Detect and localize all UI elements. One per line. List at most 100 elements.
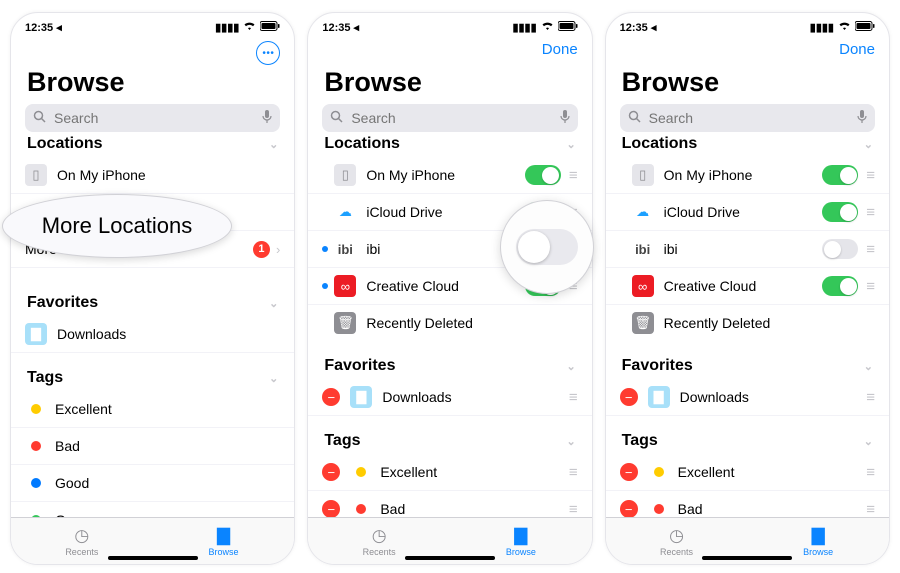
- location-arrow-icon: ◂: [56, 22, 62, 34]
- search-input[interactable]: [52, 109, 256, 127]
- iphone-icon: ▯: [25, 164, 47, 186]
- tag-row[interactable]: Green: [11, 502, 294, 518]
- location-arrow-icon: ◂: [651, 22, 657, 34]
- row-label: Creative Cloud: [664, 278, 819, 294]
- reorder-icon[interactable]: ≡: [866, 167, 875, 184]
- clock-icon: ◷: [74, 526, 89, 546]
- mic-icon[interactable]: [857, 110, 867, 127]
- delete-icon[interactable]: −: [620, 463, 638, 481]
- status-bar: 12:35 ◂ ▮▮▮▮: [11, 13, 294, 37]
- mic-icon[interactable]: [262, 110, 272, 127]
- tags-header[interactable]: Tags⌄: [606, 426, 889, 454]
- reorder-icon[interactable]: ≡: [866, 389, 875, 406]
- folder-icon: ▇: [514, 526, 527, 546]
- folder-icon: ▇: [812, 526, 825, 546]
- reorder-icon[interactable]: ≡: [866, 464, 875, 481]
- tag-row[interactable]: − Excellent ≡: [606, 454, 889, 491]
- tag-row[interactable]: − Excellent ≡: [308, 454, 591, 491]
- favorite-row-downloads[interactable]: − ▇ Downloads ≡: [606, 379, 889, 416]
- location-row[interactable]: ▯On My iPhone≡: [308, 157, 591, 194]
- trash-icon: 🗑: [632, 312, 654, 334]
- row-label: Excellent: [380, 464, 561, 480]
- toggle-switch[interactable]: [822, 165, 858, 185]
- wifi-icon: [838, 21, 851, 34]
- home-indicator[interactable]: [405, 556, 495, 560]
- reorder-icon[interactable]: ≡: [866, 501, 875, 518]
- chevron-down-icon: ⌄: [269, 297, 278, 310]
- location-row[interactable]: 🗑Recently Deleted: [308, 305, 591, 341]
- toggle-switch[interactable]: [822, 239, 858, 259]
- delete-icon[interactable]: −: [620, 388, 638, 406]
- home-indicator[interactable]: [108, 556, 198, 560]
- delete-icon[interactable]: −: [322, 388, 340, 406]
- reorder-icon[interactable]: ≡: [866, 278, 875, 295]
- clock-icon: ◷: [372, 526, 387, 546]
- location-row-on-my-iphone[interactable]: ▯ On My iPhone: [11, 157, 294, 194]
- location-row[interactable]: ▯On My iPhone≡: [606, 157, 889, 194]
- reorder-icon[interactable]: ≡: [569, 167, 578, 184]
- favorites-header[interactable]: Favorites⌄: [308, 351, 591, 379]
- toggle-switch-off-icon: [516, 229, 578, 265]
- row-label: Recently Deleted: [366, 315, 577, 331]
- favorite-row-downloads[interactable]: ▇ Downloads: [11, 316, 294, 353]
- done-button[interactable]: Done: [839, 41, 875, 61]
- tag-row[interactable]: Excellent: [11, 391, 294, 428]
- favorites-header[interactable]: Favorites⌄: [11, 288, 294, 316]
- location-row[interactable]: ibiibi≡: [606, 231, 889, 268]
- reorder-icon[interactable]: ≡: [866, 204, 875, 221]
- phone-screen-1: 12:35 ◂ ▮▮▮▮ ••• Browse: [10, 12, 295, 565]
- search-input[interactable]: [349, 109, 553, 127]
- row-label: Excellent: [678, 464, 859, 480]
- tag-color-icon: [654, 467, 664, 477]
- tag-row[interactable]: Bad: [11, 428, 294, 465]
- tags-header[interactable]: Tags⌄: [308, 426, 591, 454]
- more-button[interactable]: •••: [256, 41, 280, 65]
- signal-icon: ▮▮▮▮: [512, 21, 536, 34]
- locations-header[interactable]: Locations⌄: [606, 129, 889, 157]
- mic-icon[interactable]: [560, 110, 570, 127]
- favorite-row-downloads[interactable]: − ▇ Downloads ≡: [308, 379, 591, 416]
- reorder-icon[interactable]: ≡: [569, 464, 578, 481]
- reorder-icon[interactable]: ≡: [866, 241, 875, 258]
- search-input[interactable]: [647, 109, 851, 127]
- search-bar[interactable]: [620, 104, 875, 132]
- home-indicator[interactable]: [702, 556, 792, 560]
- tag-color-icon: [31, 441, 41, 451]
- reorder-icon[interactable]: ≡: [569, 501, 578, 518]
- tags-header[interactable]: Tags⌄: [11, 363, 294, 391]
- nav-bar: •••: [11, 37, 294, 63]
- delete-icon[interactable]: −: [322, 463, 340, 481]
- phone-screen-3: 12:35 ◂ ▮▮▮▮ Done Browse Locations⌄ ▯On …: [605, 12, 890, 565]
- callout-toggle-off: [500, 200, 594, 294]
- toggle-switch[interactable]: [822, 276, 858, 296]
- toggle-switch[interactable]: [525, 165, 561, 185]
- locations-header[interactable]: Locations⌄: [11, 129, 294, 157]
- tag-row[interactable]: −Bad≡: [308, 491, 591, 518]
- tag-row[interactable]: Good: [11, 465, 294, 502]
- locations-header[interactable]: Locations⌄: [308, 129, 591, 157]
- tag-color-icon: [356, 504, 366, 514]
- toggle-switch[interactable]: [822, 202, 858, 222]
- chevron-down-icon: ⌄: [864, 360, 873, 373]
- reorder-icon[interactable]: ≡: [569, 389, 578, 406]
- row-label: iCloud Drive: [366, 204, 521, 220]
- chevron-down-icon: ⌄: [269, 138, 278, 151]
- badge: 1: [253, 241, 270, 258]
- row-label: On My iPhone: [664, 167, 819, 183]
- delete-icon[interactable]: −: [620, 500, 638, 518]
- chevron-down-icon: ⌄: [269, 372, 278, 385]
- delete-icon[interactable]: −: [322, 500, 340, 518]
- tag-color-icon: [356, 467, 366, 477]
- location-row[interactable]: 🗑 Recently Deleted: [606, 305, 889, 341]
- row-label: Recently Deleted: [664, 315, 875, 331]
- location-row[interactable]: ∞Creative Cloud≡: [606, 268, 889, 305]
- search-bar[interactable]: [25, 104, 280, 132]
- row-label: On My iPhone: [366, 167, 521, 183]
- done-button[interactable]: Done: [542, 41, 578, 61]
- row-label: ibi: [664, 241, 819, 257]
- tag-color-icon: [31, 478, 41, 488]
- search-bar[interactable]: [322, 104, 577, 132]
- favorites-header[interactable]: Favorites⌄: [606, 351, 889, 379]
- tag-row[interactable]: −Bad≡: [606, 491, 889, 518]
- location-row[interactable]: ☁︎iCloud Drive≡: [606, 194, 889, 231]
